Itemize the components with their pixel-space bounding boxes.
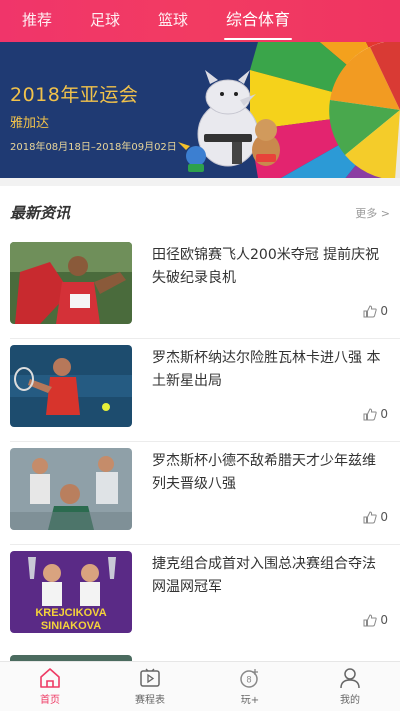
news-section-title: 最新资讯	[10, 204, 71, 222]
thumb-text-1: KREJCIKOVA	[35, 607, 106, 619]
bottom-nav: 首页 赛程表 8 玩+ 我的	[0, 661, 400, 711]
tab-general-sports[interactable]: 综合体育	[224, 0, 293, 42]
like-count: 0	[380, 510, 388, 524]
news-item[interactable]: KREJCIKOVA SINIAKOVA 捷克组合成首对入围总决赛组合夺法网温网…	[0, 545, 400, 648]
news-thumbnail	[10, 448, 132, 530]
nav-play-plus-label: 玩+	[240, 695, 260, 706]
like-button[interactable]: 0	[363, 407, 388, 421]
like-count: 0	[380, 407, 388, 421]
news-item[interactable]: 田径欧锦赛飞人200米夺冠 提前庆祝失破纪录良机 0	[0, 236, 400, 339]
banner-title: 2018年亚运会	[10, 84, 139, 106]
news-title: 田径欧锦赛飞人200米夺冠 提前庆祝失破纪录良机	[152, 247, 380, 286]
banner-dates: 2018年08月18日–2018年09月02日	[10, 142, 177, 153]
like-count: 0	[380, 613, 388, 627]
profile-icon	[340, 668, 360, 689]
like-button[interactable]: 0	[363, 304, 388, 318]
thumbs-up-icon	[363, 510, 378, 523]
nav-schedule-label: 赛程表	[135, 695, 165, 706]
news-title: 罗杰斯杯纳达尔险胜瓦林卡进八强 本土新星出局	[152, 350, 381, 389]
news-title: 捷克组合成首对入围总决赛组合夺法网温网冠军	[152, 556, 376, 595]
top-tab-bar: 推荐 足球 篮球 综合体育	[0, 0, 400, 42]
like-button[interactable]: 0	[363, 613, 388, 627]
nav-home[interactable]: 首页	[0, 662, 100, 711]
nav-home-label: 首页	[40, 695, 60, 706]
rhino-mascot	[197, 70, 259, 167]
nav-profile[interactable]: 我的	[300, 662, 400, 711]
nav-play-plus[interactable]: 8 玩+	[200, 662, 300, 711]
svg-text:8: 8	[246, 675, 251, 685]
tab-football[interactable]: 足球	[90, 0, 120, 42]
news-thumbnail: KREJCIKOVA SINIAKOVA	[10, 551, 132, 633]
news-title: 罗杰斯杯小德不敌希腊天才少年兹维列夫晋级八强	[152, 453, 376, 492]
news-thumbnail	[10, 345, 132, 427]
section-divider	[0, 178, 400, 186]
news-item[interactable]: 罗杰斯杯纳达尔险胜瓦林卡进八强 本土新星出局 0	[0, 339, 400, 442]
like-button[interactable]: 0	[363, 510, 388, 524]
thumbs-up-icon	[363, 613, 378, 626]
home-icon	[40, 668, 60, 688]
nav-schedule[interactable]: 赛程表	[100, 662, 200, 711]
news-thumbnail	[10, 242, 132, 324]
asian-games-banner[interactable]: 2018年亚运会 雅加达 2018年08月18日–2018年09月02日	[0, 42, 400, 178]
play-plus-icon: 8	[240, 669, 258, 688]
tab-basketball[interactable]: 篮球	[158, 0, 188, 42]
news-header: 最新资讯 更多 >	[0, 186, 400, 236]
more-link[interactable]: 更多 >	[355, 205, 390, 221]
banner-subtitle: 雅加达	[10, 116, 50, 131]
tab-recommend[interactable]: 推荐	[22, 0, 52, 42]
nav-profile-label: 我的	[340, 695, 360, 706]
thumbs-up-icon	[363, 407, 378, 420]
thumb-text-2: SINIAKOVA	[41, 620, 101, 632]
thumbs-up-icon	[363, 304, 378, 317]
deer-mascot	[252, 119, 280, 166]
news-item[interactable]: 罗杰斯杯小德不敌希腊天才少年兹维列夫晋级八强 0	[0, 442, 400, 545]
like-count: 0	[380, 304, 388, 318]
schedule-icon	[140, 668, 160, 687]
banner-artwork	[178, 42, 400, 178]
